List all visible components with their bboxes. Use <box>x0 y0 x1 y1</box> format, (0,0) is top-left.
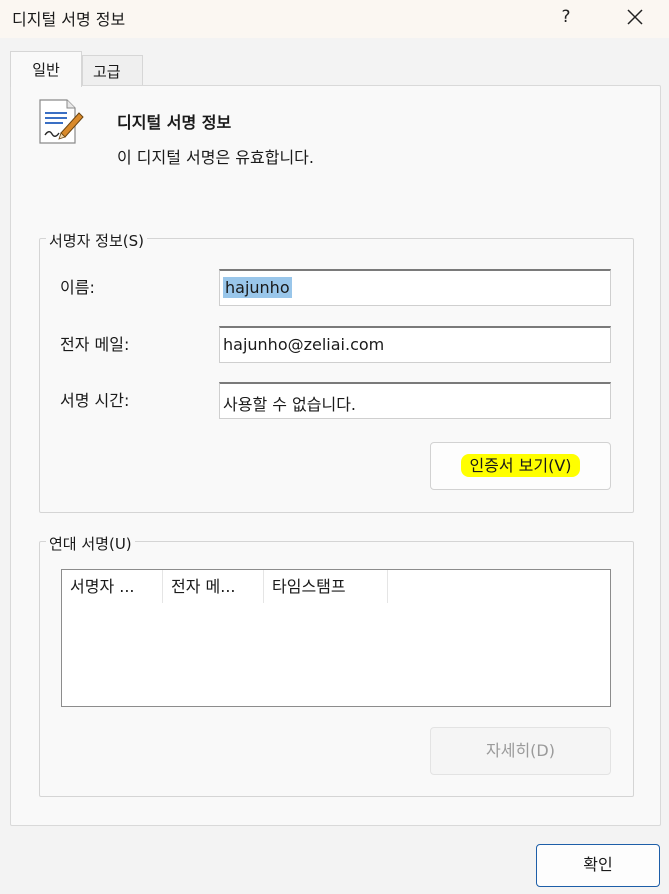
name-field[interactable]: hajunho <box>219 269 611 306</box>
details-button[interactable]: 자세히(D) <box>430 727 611 775</box>
signature-status: 이 디지털 서명은 유효합니다. <box>117 148 314 167</box>
signing-time-field[interactable]: 사용할 수 없습니다. <box>219 382 611 419</box>
signer-info-label: 서명자 정보(S) <box>46 230 147 251</box>
email-field[interactable]: hajunho@zeliai.com <box>219 326 611 363</box>
tab-general[interactable]: 일반 <box>10 51 82 87</box>
close-icon <box>627 9 643 25</box>
ok-button[interactable]: 확인 <box>536 844 660 887</box>
help-button[interactable]: ? <box>552 4 580 30</box>
close-button[interactable] <box>618 2 652 32</box>
view-certificate-button[interactable]: 인증서 보기(V) <box>430 442 611 490</box>
countersignatures-list[interactable]: 서명자 ... 전자 메... 타임스탬프 <box>61 569 611 707</box>
column-header-timestamp[interactable]: 타임스탬프 <box>264 570 388 603</box>
info-heading: 디지털 서명 정보 <box>117 113 232 132</box>
countersignatures-label: 연대 서명(U) <box>46 533 135 554</box>
email-label: 전자 메일: <box>60 335 130 354</box>
view-certificate-label: 인증서 보기(V) <box>461 454 580 477</box>
name-value: hajunho <box>223 277 292 298</box>
name-label: 이름: <box>60 278 95 297</box>
title-bar: 디지털 서명 정보 ? <box>0 0 669 38</box>
window-title: 디지털 서명 정보 <box>12 10 126 29</box>
certificate-icon <box>39 99 84 144</box>
column-header-email[interactable]: 전자 메... <box>163 570 264 603</box>
tab-advanced[interactable]: 고급 <box>82 55 143 86</box>
column-header-signer[interactable]: 서명자 ... <box>62 570 163 603</box>
signing-time-label: 서명 시간: <box>60 391 130 410</box>
